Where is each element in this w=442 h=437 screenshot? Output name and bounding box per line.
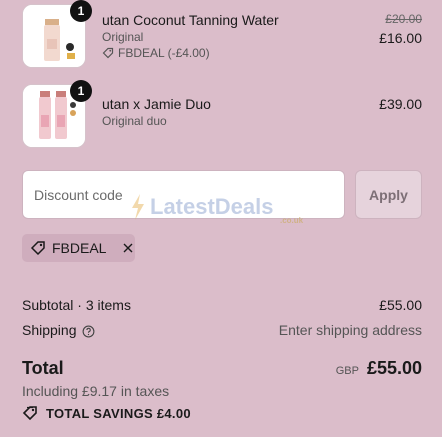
total-label: Total: [22, 358, 64, 378]
quantity-badge: 1: [70, 80, 92, 102]
discount-code-input[interactable]: [22, 170, 345, 219]
applied-discount-chip: FBDEAL: [22, 234, 135, 262]
total-row: Total GBP £55.00: [22, 358, 422, 379]
tag-icon: [30, 241, 45, 256]
apply-discount-button[interactable]: Apply: [355, 170, 422, 219]
savings-tag-icon: [22, 406, 37, 421]
applied-discount-code: FBDEAL: [52, 240, 107, 256]
product-price: £16.00: [379, 30, 422, 46]
remove-discount-button[interactable]: [122, 242, 134, 254]
original-price: £20.00: [385, 12, 422, 26]
total-amount: GBP £55.00: [336, 358, 422, 379]
product-price: £39.00: [379, 96, 422, 112]
taxes-note: Including £9.17 in taxes: [22, 383, 170, 399]
subtotal-label: Subtotal · 3 items: [22, 297, 131, 313]
total-savings: TOTAL SAVINGS £4.00: [22, 405, 191, 421]
subtotal-value: £55.00: [379, 297, 422, 313]
shipping-label: Shipping: [22, 322, 77, 338]
product-variant: Original: [102, 30, 144, 44]
help-icon[interactable]: [82, 325, 95, 338]
product-name: utan Coconut Tanning Water: [102, 12, 279, 28]
quantity-badge: 1: [70, 0, 92, 22]
total-savings-text: TOTAL SAVINGS £4.00: [46, 405, 191, 421]
shipping-value: Enter shipping address: [278, 322, 422, 338]
total-value: £55.00: [366, 358, 422, 378]
line-discount: FBDEAL (-£4.00): [102, 46, 210, 60]
product-variant: Original duo: [102, 114, 167, 128]
cart-line-item: 1 utan x Jamie Duo Original duo £39.00: [22, 80, 422, 150]
cart-line-item: 1 utan Coconut Tanning Water Original FB…: [22, 0, 422, 70]
subtotal-row: Subtotal · 3 items £55.00: [22, 297, 422, 313]
product-name: utan x Jamie Duo: [102, 96, 211, 112]
line-discount-label: FBDEAL (-£4.00): [118, 46, 210, 60]
close-icon[interactable]: [122, 242, 134, 254]
tag-icon: [102, 47, 114, 59]
currency-code: GBP: [335, 365, 359, 377]
shipping-row: Shipping Enter shipping address: [22, 322, 422, 338]
